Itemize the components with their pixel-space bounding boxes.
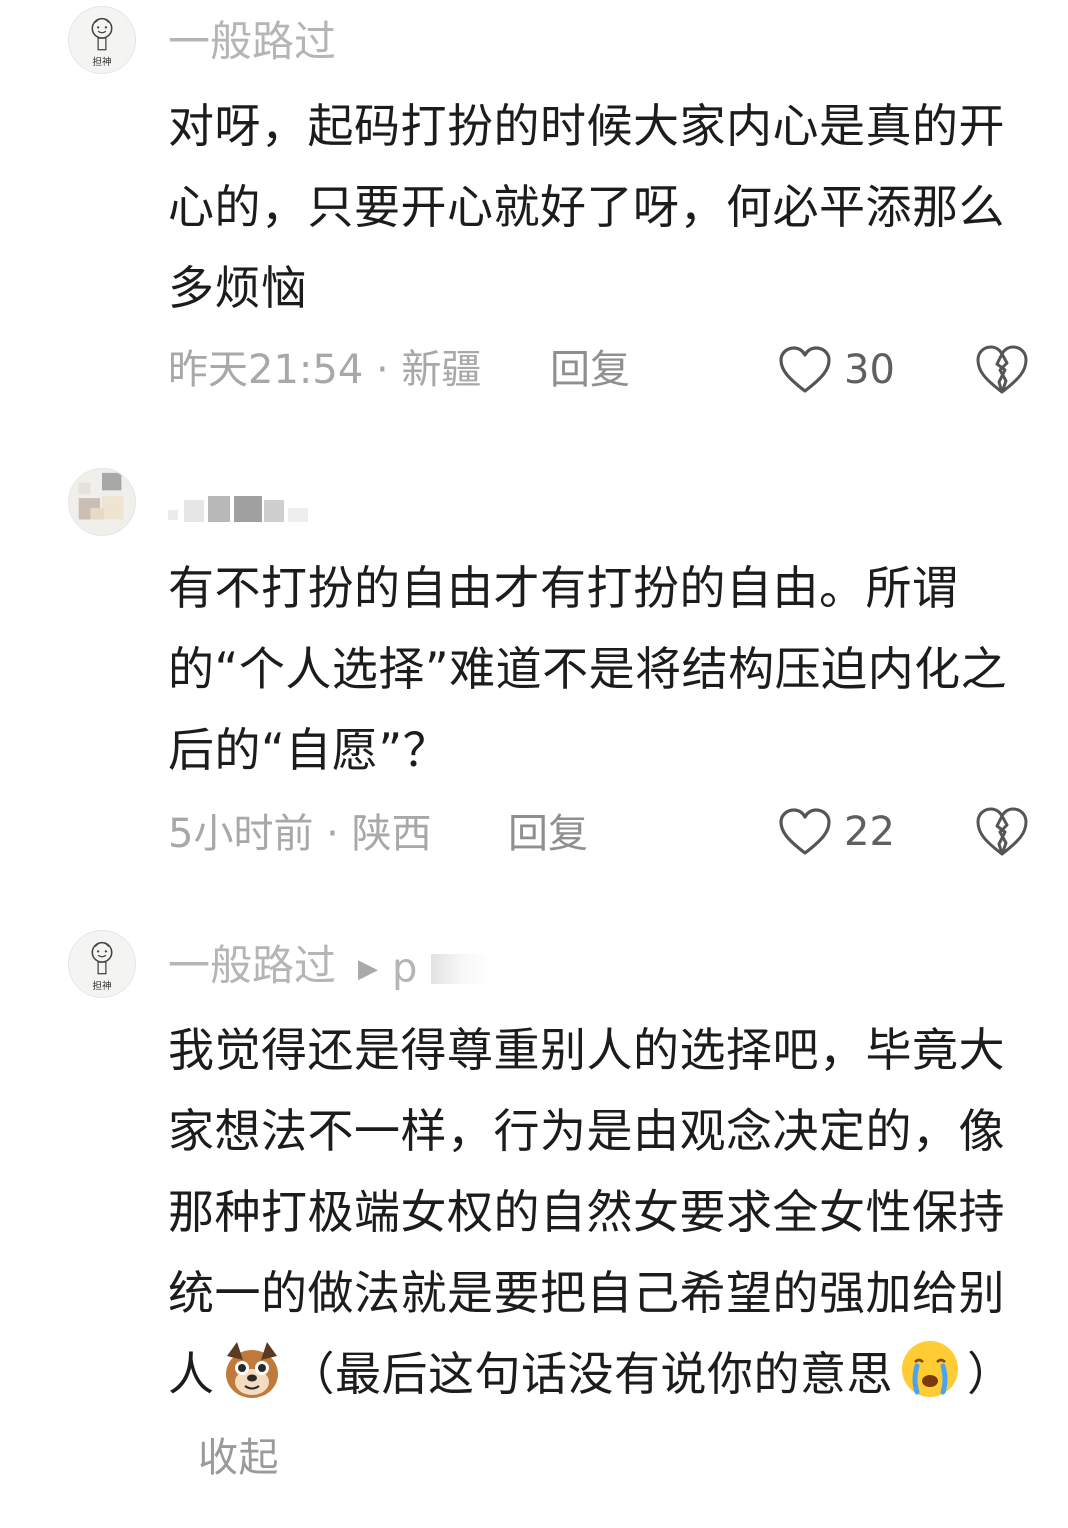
reply-button[interactable]: 回复 — [508, 810, 588, 858]
comment-text: 对呀，起码打扮的时候大家内心是真的开心的，只要开心就好了呀，何必平添那么多烦恼 — [168, 99, 1005, 315]
comment-text: 有不打扮的自由才有打扮的自由。所谓的“个人选择”难道不是将结构压迫内化之后的“自… — [168, 561, 1008, 777]
comment-meta: 5小时前 · 陕西 — [168, 811, 432, 857]
like-button[interactable]: 22 — [778, 804, 895, 860]
avatar-caption: 担神 — [92, 979, 111, 992]
dislike-button[interactable] — [974, 342, 1030, 396]
broken-heart-icon — [974, 804, 1030, 858]
avatar-caption: 担神 — [92, 55, 111, 68]
comment-username[interactable]: 一般路过 — [168, 18, 336, 66]
collapse-button[interactable]: 收起 — [198, 1435, 279, 1481]
comment-username-row: 一般路过 ▶ p — [168, 942, 491, 993]
like-count: 22 — [844, 809, 895, 855]
dog-emoji — [219, 1336, 285, 1402]
crying-face-emoji — [897, 1336, 963, 1402]
comment-text-part2: （最后这句话没有说你的意思 — [288, 1347, 893, 1401]
blurred-username[interactable] — [168, 494, 318, 528]
like-count: 30 — [844, 347, 895, 393]
comment-text-part1: 我觉得还是得尊重别人的选择吧，毕竟大家想法不一样，行为是由观念决定的，像那种打极… — [168, 1023, 1005, 1401]
heart-outline-icon — [778, 807, 832, 857]
avatar[interactable]: 担神 — [68, 930, 136, 998]
broken-heart-icon — [974, 342, 1030, 396]
comment-text-part3: ） — [967, 1347, 1014, 1401]
dislike-button[interactable] — [974, 804, 1030, 858]
like-button[interactable]: 30 — [778, 342, 895, 398]
comment-text: 我觉得还是得尊重别人的选择吧，毕竟大家想法不一样，行为是由观念决定的，像那种打极… — [168, 1010, 1048, 1499]
blurred-username-tail — [430, 953, 491, 984]
avatar[interactable] — [68, 468, 136, 536]
comment-meta: 昨天21:54 · 新疆 — [168, 347, 482, 393]
comment-username[interactable]: 一般路过 — [168, 941, 336, 990]
play-triangle-icon: ▶ — [358, 953, 379, 984]
reply-target-username[interactable]: p — [392, 946, 417, 992]
avatar[interactable]: 担神 — [68, 6, 136, 74]
heart-outline-icon — [778, 345, 832, 395]
reply-button[interactable]: 回复 — [550, 346, 630, 394]
